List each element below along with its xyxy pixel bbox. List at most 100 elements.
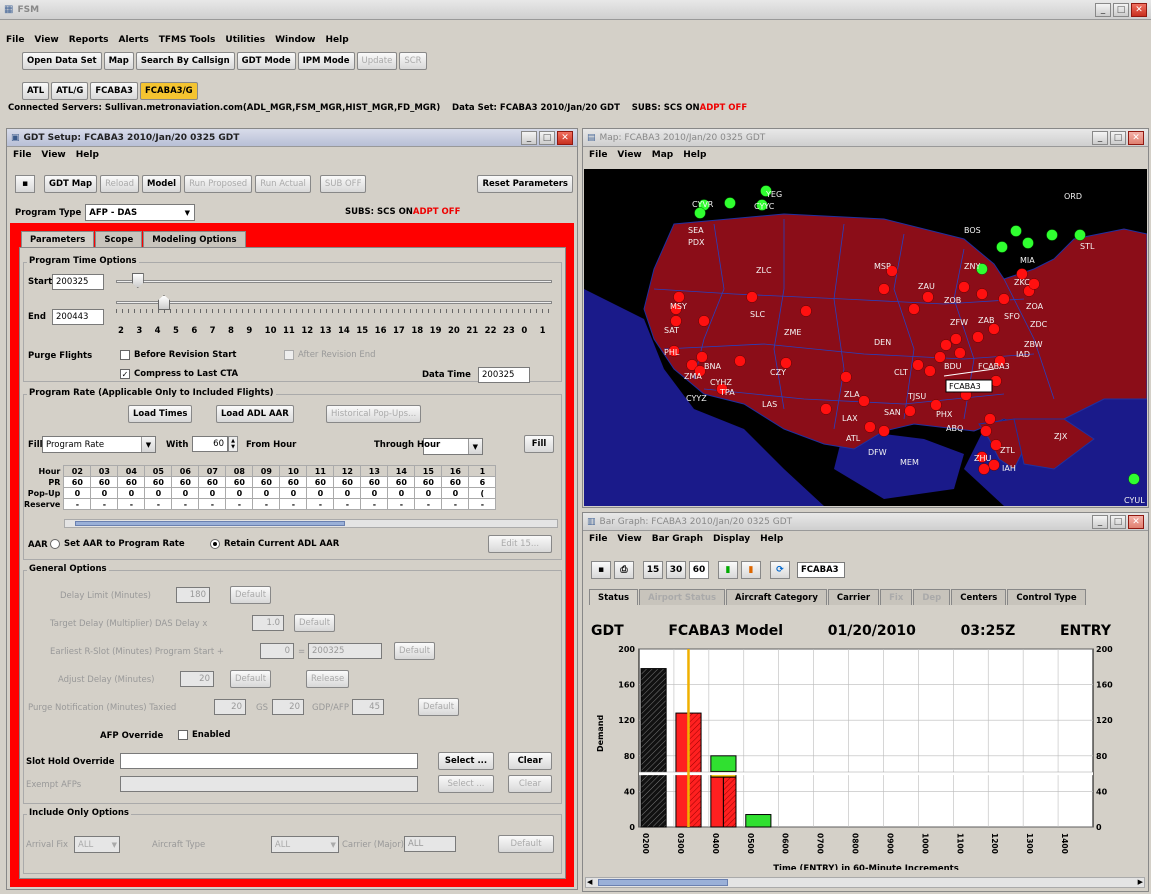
rate-pr-cell[interactable]: 60 (252, 476, 281, 488)
release-button[interactable]: Release (306, 670, 350, 688)
slot-hold-clear-button[interactable]: Clear (508, 752, 552, 770)
airport-marker-red[interactable] (972, 331, 984, 343)
menu-file[interactable]: File (6, 35, 24, 45)
model-button[interactable]: Model (142, 175, 182, 193)
target-delay-field[interactable]: 1.0 (252, 615, 284, 631)
aircraft-type-select[interactable]: ALL ▼ (270, 836, 339, 853)
open-data-set-button[interactable]: Open Data Set (22, 52, 102, 70)
compress-checkbox[interactable]: ✓ (120, 369, 130, 379)
demand-bar-hatched[interactable] (722, 776, 737, 828)
menu-window[interactable]: Window (275, 35, 315, 45)
airport-marker-green[interactable] (1022, 237, 1034, 249)
carrier-field[interactable]: ALL (404, 836, 456, 852)
rate-pr-cell[interactable]: 60 (333, 476, 362, 488)
scroll-left-icon[interactable]: ◀ (587, 878, 592, 886)
rate-reserve-cell[interactable]: - (117, 498, 146, 510)
tab-scope[interactable]: Scope (95, 231, 143, 247)
airport-marker-red[interactable] (1028, 278, 1040, 290)
rate-popup-cell[interactable]: 0 (63, 487, 92, 499)
rate-pr-cell[interactable]: 60 (414, 476, 443, 488)
scrollbar-thumb[interactable] (598, 879, 728, 886)
airport-marker-red[interactable] (934, 351, 946, 363)
rate-reserve-cell[interactable]: - (279, 498, 308, 510)
start-slider-track[interactable] (116, 280, 552, 283)
demand-bar-chart[interactable]: 0 0 40 40 80 80 120 120 160 160 200 200 0200 0300 0400… (591, 645, 1143, 870)
rate-pr-cell[interactable]: 6 (468, 476, 497, 488)
gdpafp-field[interactable]: 45 (352, 699, 384, 715)
rate-popup-cell[interactable]: 0 (333, 487, 362, 499)
gdt-map-button[interactable]: GDT Map (44, 175, 98, 193)
reset-parameters-button[interactable]: Reset Parameters (477, 175, 573, 193)
menu-tfms-tools[interactable]: TFMS Tools (159, 35, 216, 45)
earliest-rslot-field[interactable]: 0 (260, 643, 294, 659)
rate-table-scrollbar[interactable] (64, 519, 558, 528)
bar-chart-icon[interactable]: ▮ (718, 561, 738, 579)
rate-pr-cell[interactable]: 60 (144, 476, 173, 488)
airport-marker-red[interactable] (820, 403, 832, 415)
rate-popup-cell[interactable]: 0 (252, 487, 281, 499)
exempt-select-button[interactable]: Select ... (438, 775, 494, 793)
save-icon[interactable]: ▪ (15, 175, 35, 193)
rate-reserve-cell[interactable]: - (171, 498, 200, 510)
gdt-menu-view[interactable]: View (41, 150, 65, 160)
rate-reserve-cell[interactable]: - (144, 498, 173, 510)
bar-menu-view[interactable]: View (617, 534, 641, 544)
run-proposed-button[interactable]: Run Proposed (184, 175, 253, 193)
rate-popup-cell[interactable]: 0 (279, 487, 308, 499)
rate-pr-cell[interactable]: 60 (63, 476, 92, 488)
after-revision-option[interactable]: After Revision End (284, 350, 376, 360)
airspace-map[interactable]: YEG CYYC CYVR SEA PDX ZLC MSP ZAU SLC ZOB ZNY DEN OR… (584, 169, 1147, 506)
airport-marker-red[interactable] (698, 315, 710, 327)
close-icon[interactable]: ✕ (1131, 2, 1147, 17)
demand-bar[interactable] (675, 712, 689, 828)
rate-popup-cell[interactable]: 0 (387, 487, 416, 499)
load-adl-aar-button[interactable]: Load ADL AAR (216, 405, 294, 423)
airport-marker-red[interactable] (673, 291, 685, 303)
maximize-icon[interactable]: □ (1110, 130, 1126, 145)
end-field[interactable]: 200443 (52, 309, 104, 325)
airport-marker-green[interactable] (724, 197, 736, 209)
airport-marker-green[interactable] (1128, 473, 1140, 485)
map-menu-help[interactable]: Help (683, 150, 706, 160)
fill-button[interactable]: Fill (524, 435, 554, 453)
exempt-afps-field[interactable] (120, 776, 418, 792)
rate-popup-cell[interactable]: ( (468, 487, 497, 499)
earliest-default-button[interactable]: Default (394, 642, 436, 660)
rate-pr-cell[interactable]: 60 (171, 476, 200, 488)
tab-carrier[interactable]: Carrier (827, 589, 880, 605)
rate-popup-cell[interactable]: 0 (198, 487, 227, 499)
rate-reserve-cell[interactable]: - (225, 498, 254, 510)
airport-marker-red[interactable] (670, 315, 682, 327)
map-menu-view[interactable]: View (617, 150, 641, 160)
bar-menu-help[interactable]: Help (760, 534, 783, 544)
run-actual-button[interactable]: Run Actual (255, 175, 311, 193)
tab-control-type[interactable]: Control Type (1007, 589, 1086, 605)
interval-60-button[interactable]: 60 (689, 561, 709, 579)
element-field[interactable]: FCABA3 (797, 562, 845, 578)
tab-status[interactable]: Status (589, 589, 639, 605)
airport-marker-green[interactable] (996, 241, 1008, 253)
delay-limit-default-button[interactable]: Default (230, 586, 272, 604)
airport-marker-red[interactable] (734, 355, 746, 367)
airport-marker-red[interactable] (780, 357, 792, 369)
rate-pr-cell[interactable]: 60 (117, 476, 146, 488)
rate-popup-cell[interactable]: 0 (441, 487, 470, 499)
rate-pr-cell[interactable]: 60 (279, 476, 308, 488)
airport-marker-green[interactable] (1074, 229, 1086, 241)
airport-marker-green[interactable] (694, 207, 706, 219)
end-slider-thumb[interactable] (157, 295, 170, 310)
tab-fcaba3-g[interactable]: FCABA3/G (139, 82, 198, 100)
close-icon[interactable]: ✕ (1128, 514, 1144, 529)
airport-marker-red[interactable] (922, 291, 934, 303)
rate-popup-cell[interactable]: 0 (414, 487, 443, 499)
tab-fcaba3[interactable]: FCABA3 (90, 82, 138, 100)
rate-reserve-cell[interactable]: - (414, 498, 443, 510)
airport-marker-red[interactable] (908, 303, 920, 315)
airport-marker-red[interactable] (858, 395, 870, 407)
rate-pr-cell[interactable]: 60 (90, 476, 119, 488)
airport-marker-red[interactable] (746, 291, 758, 303)
historical-popups-button[interactable]: Historical Pop-Ups... (326, 405, 422, 423)
minimize-icon[interactable]: _ (521, 130, 537, 145)
airport-marker-red[interactable] (924, 365, 936, 377)
sub-off-button[interactable]: SUB OFF (319, 175, 367, 193)
